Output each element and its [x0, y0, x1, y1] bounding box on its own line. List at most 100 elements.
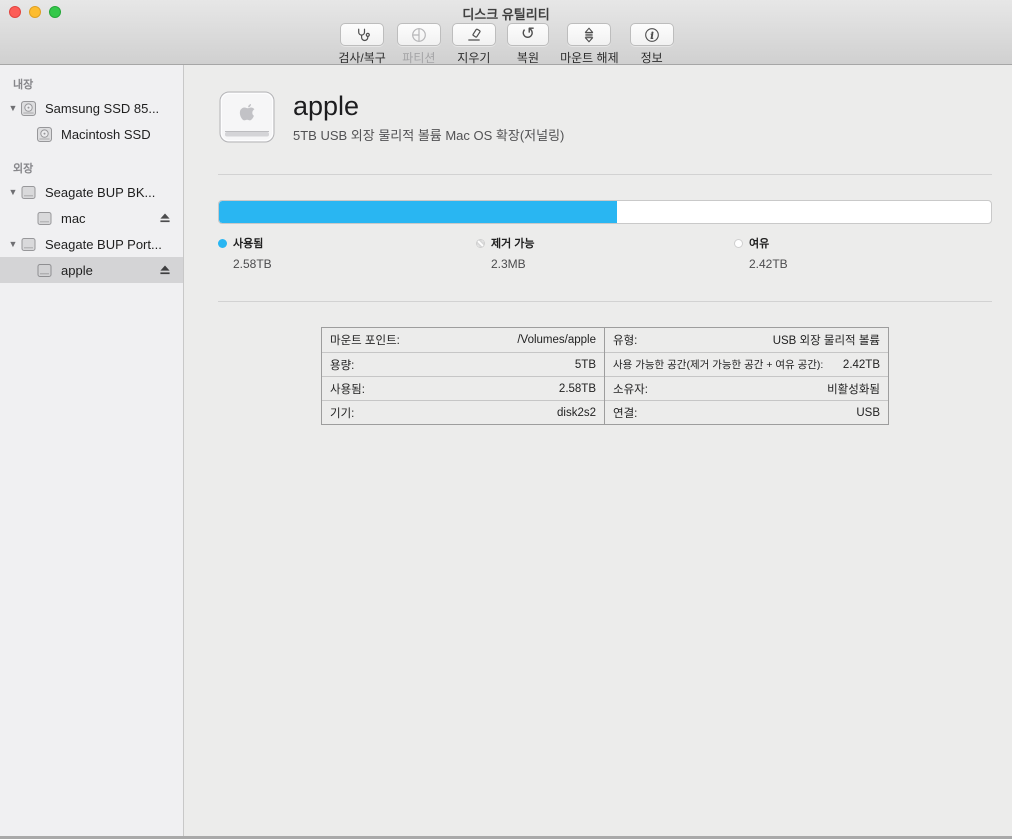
toolbar-item-erase: 지우기 [452, 23, 496, 66]
detail-label: 기기: [330, 405, 354, 421]
toolbar-item-partition: 파티션 [397, 23, 441, 66]
window-title: 디스크 유틸리티 [0, 4, 1012, 23]
detail-row-type: 유형: USB 외장 물리적 볼륨 [605, 328, 888, 352]
sidebar-item-apple[interactable]: apple [0, 257, 183, 283]
toolbar-item-unmount: 마운트 해제 [560, 23, 619, 66]
detail-row-owners: 소유자: 비활성화됨 [605, 376, 888, 400]
external-disk-icon [20, 184, 37, 201]
legend-item-free: 여유 2.42TB [734, 235, 992, 271]
legend-label: 여유 [749, 235, 769, 251]
disclosure-triangle-icon[interactable]: ▼ [6, 103, 20, 113]
usage-legend: 사용됨 2.58TB 제거 가능 2.3MB 여유 2.4 [218, 235, 992, 271]
partition-label: 파티션 [402, 49, 435, 66]
detail-label: 용량: [330, 357, 354, 373]
detail-value: USB 외장 물리적 볼륨 [773, 332, 880, 348]
detail-value: 비활성화됨 [827, 381, 880, 397]
unmount-icon [581, 27, 597, 43]
usage-bar-used [219, 201, 617, 223]
detail-row-capacity: 용량: 5TB [322, 352, 604, 376]
toolbar-item-info: i 정보 [630, 23, 674, 66]
detail-value: disk2s2 [557, 407, 596, 419]
info-button[interactable]: i [630, 23, 674, 46]
used-swatch-icon [218, 239, 227, 248]
volume-title: apple [293, 91, 564, 122]
first-aid-icon [354, 27, 370, 43]
restore-icon: ↺ [521, 27, 535, 42]
erase-button[interactable] [452, 23, 496, 46]
sidebar-item-label: apple [61, 263, 93, 278]
partition-icon [411, 27, 427, 43]
sidebar-heading-external: 외장 [0, 157, 183, 179]
sidebar-item-seagate-bup-port[interactable]: ▼ Seagate BUP Port... [0, 231, 183, 257]
detail-value: 2.42TB [843, 359, 880, 371]
legend-label: 제거 가능 [491, 235, 535, 251]
disclosure-triangle-icon[interactable]: ▼ [6, 239, 20, 249]
detail-row-available: 사용 가능한 공간(제거 가능한 공간 + 여유 공간): 2.42TB [605, 352, 888, 376]
details-column-left: 마운트 포인트: /Volumes/apple 용량: 5TB 사용됨: 2.5… [322, 328, 605, 424]
restore-label: 복원 [517, 49, 539, 66]
sidebar-item-label: Samsung SSD 85... [45, 101, 159, 116]
unmount-button[interactable] [567, 23, 611, 46]
main-content: apple 5TB USB 외장 물리적 볼륨 Mac OS 확장(저널링) 사… [184, 65, 1012, 836]
sidebar-item-samsung-ssd[interactable]: ▼ Samsung SSD 85... [0, 95, 183, 121]
purgeable-swatch-icon [476, 239, 485, 248]
detail-label: 연결: [613, 405, 637, 421]
detail-row-device: 기기: disk2s2 [322, 400, 604, 424]
external-device-icon [218, 90, 276, 144]
restore-button[interactable]: ↺ [507, 23, 549, 46]
legend-value: 2.42TB [749, 257, 992, 271]
sidebar-item-seagate-bup-bk[interactable]: ▼ Seagate BUP BK... [0, 179, 183, 205]
erase-icon [466, 27, 482, 43]
toolbar-item-restore: ↺ 복원 [507, 23, 549, 66]
external-volume-icon [36, 262, 53, 279]
disclosure-triangle-icon[interactable]: ▼ [6, 187, 20, 197]
first-aid-button[interactable] [340, 23, 384, 46]
sidebar-item-label: Macintosh SSD [61, 127, 151, 142]
detail-value: 2.58TB [559, 383, 596, 395]
sidebar-heading-internal: 내장 [0, 73, 183, 95]
internal-volume-icon [36, 126, 53, 143]
detail-row-mount-point: 마운트 포인트: /Volumes/apple [322, 328, 604, 352]
internal-disk-icon [20, 100, 37, 117]
free-swatch-icon [734, 239, 743, 248]
detail-row-connection: 연결: USB [605, 400, 888, 424]
detail-label: 유형: [613, 332, 637, 348]
external-disk-icon [20, 236, 37, 253]
partition-button [397, 23, 441, 46]
eject-icon[interactable] [159, 212, 171, 224]
disk-utility-window: 디스크 유틸리티 검사/복구 [0, 0, 1012, 839]
sidebar-item-label: Seagate BUP Port... [45, 237, 162, 252]
sidebar-section-internal: 내장 ▼ Samsung SSD 85... [0, 73, 183, 147]
info-label: 정보 [641, 49, 663, 66]
external-volume-icon [36, 210, 53, 227]
detail-label: 마운트 포인트: [330, 332, 400, 348]
details-column-right: 유형: USB 외장 물리적 볼륨 사용 가능한 공간(제거 가능한 공간 + … [605, 328, 888, 424]
detail-row-used: 사용됨: 2.58TB [322, 376, 604, 400]
sidebar-item-macintosh-ssd[interactable]: Macintosh SSD [0, 121, 183, 147]
titlebar-toolbar: 디스크 유틸리티 검사/복구 [0, 0, 1012, 65]
legend-value: 2.58TB [233, 257, 476, 271]
unmount-label: 마운트 해제 [560, 49, 619, 66]
detail-label: 소유자: [613, 381, 648, 397]
erase-label: 지우기 [457, 49, 490, 66]
sidebar-section-external: 외장 ▼ Seagate BUP BK... mac [0, 157, 183, 283]
sidebar: 내장 ▼ Samsung SSD 85... [0, 65, 184, 836]
toolbar: 검사/복구 파티션 [0, 23, 1012, 66]
legend-label: 사용됨 [233, 235, 263, 251]
sidebar-item-label: mac [61, 211, 86, 226]
usage-bar [218, 200, 992, 224]
volume-header: apple 5TB USB 외장 물리적 볼륨 Mac OS 확장(저널링) [218, 90, 992, 144]
detail-value: USB [856, 407, 880, 419]
eject-icon[interactable] [159, 264, 171, 276]
first-aid-label: 검사/복구 [338, 49, 386, 66]
legend-item-purgeable: 제거 가능 2.3MB [476, 235, 734, 271]
toolbar-item-first-aid: 검사/복구 [338, 23, 386, 66]
details-table: 마운트 포인트: /Volumes/apple 용량: 5TB 사용됨: 2.5… [321, 327, 889, 425]
svg-text:i: i [650, 31, 653, 41]
sidebar-item-label: Seagate BUP BK... [45, 185, 155, 200]
details-section: 마운트 포인트: /Volumes/apple 용량: 5TB 사용됨: 2.5… [218, 327, 992, 425]
divider-top [218, 174, 992, 175]
sidebar-item-mac[interactable]: mac [0, 205, 183, 231]
detail-value: 5TB [575, 359, 596, 371]
detail-label: 사용됨: [330, 381, 365, 397]
